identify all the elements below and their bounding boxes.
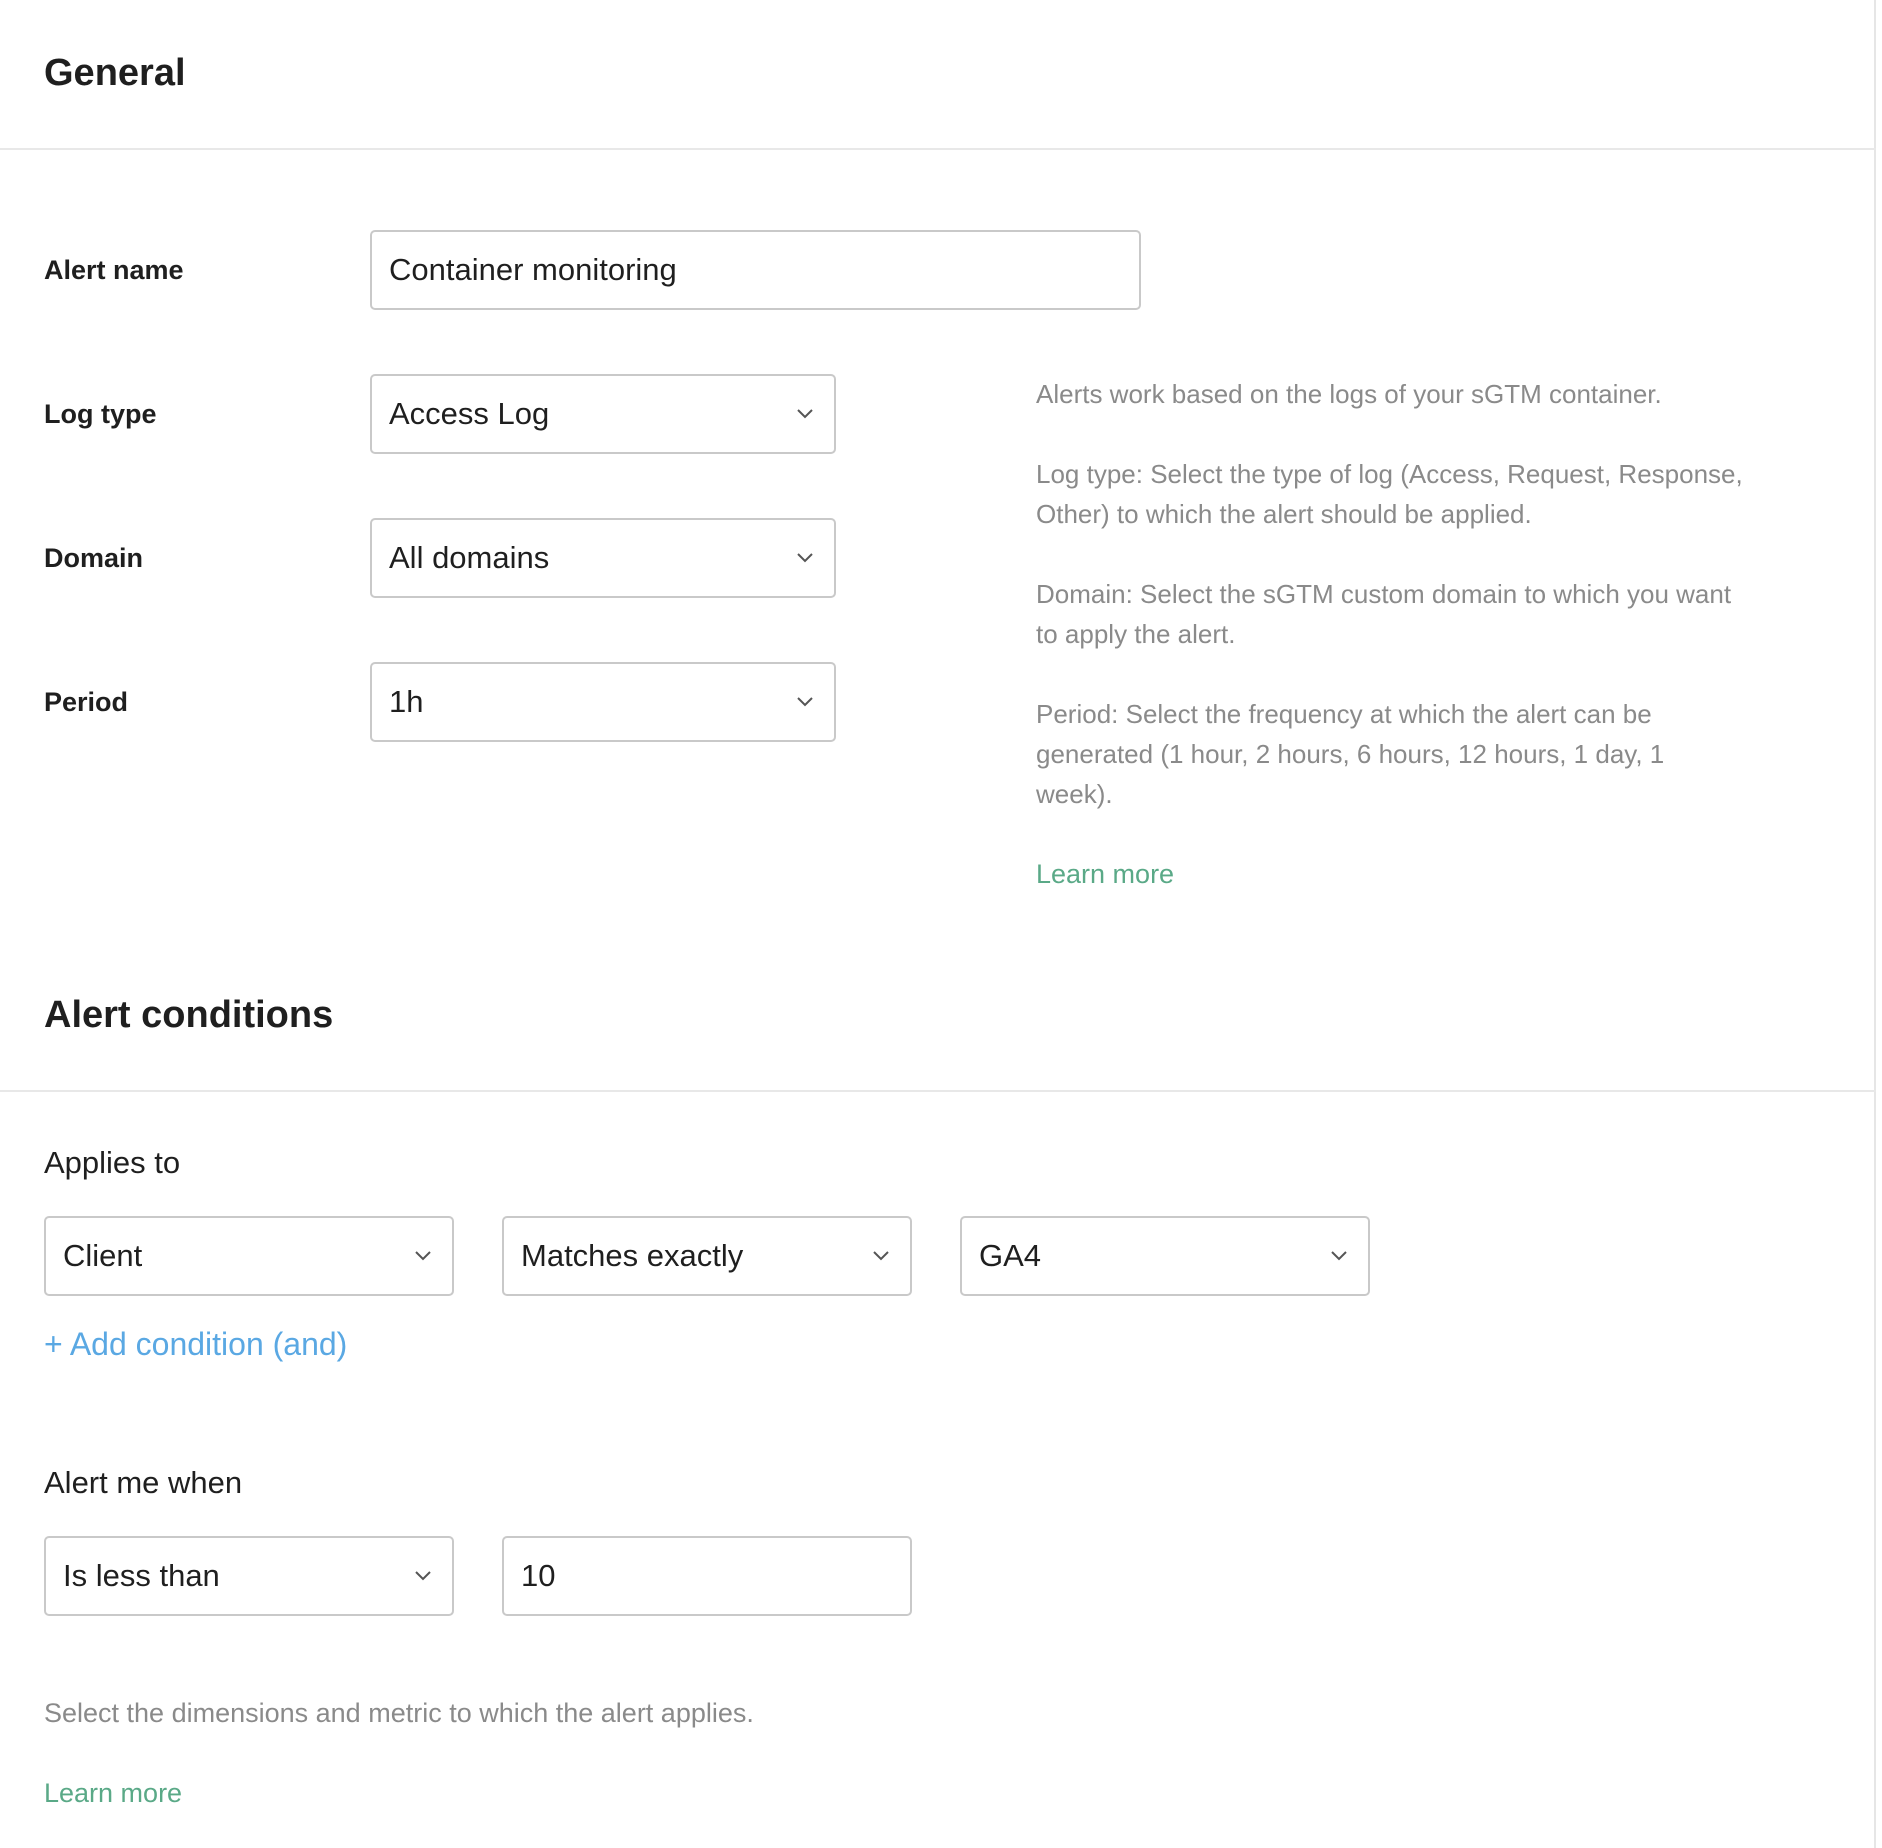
help-period: Period: Select the frequency at which th… <box>1036 699 1665 809</box>
comparison-select[interactable]: Is less than <box>44 1536 454 1616</box>
chevron-down-icon <box>1310 1218 1368 1294</box>
alert-me-when-label: Alert me when <box>44 1465 243 1500</box>
chevron-down-icon <box>852 1218 910 1294</box>
help-intro: Alerts work based on the logs of your sG… <box>1036 379 1662 409</box>
threshold-value: 10 <box>521 1558 556 1593</box>
conditions-help-text: Select the dimensions and metric to whic… <box>44 1698 754 1728</box>
chevron-down-icon <box>776 664 834 740</box>
operator-value: Matches exactly <box>521 1238 744 1273</box>
match-value-select[interactable]: GA4 <box>960 1216 1370 1296</box>
chevron-down-icon <box>776 520 834 596</box>
domain-select[interactable]: All domains <box>370 518 836 598</box>
alert-name-label: Alert name <box>44 255 184 285</box>
match-value: GA4 <box>979 1238 1042 1273</box>
conditions-divider <box>0 1090 1876 1092</box>
help-domain: Domain: Select the sGTM custom domain to… <box>1036 579 1732 649</box>
chevron-down-icon <box>394 1538 452 1614</box>
general-section-title: General <box>44 52 186 94</box>
threshold-input[interactable]: 10 <box>502 1536 912 1616</box>
chevron-down-icon <box>776 376 834 452</box>
general-learn-more-link[interactable]: Learn more <box>1036 859 1174 889</box>
domain-label: Domain <box>44 543 144 573</box>
period-label: Period <box>44 687 129 717</box>
log-type-value: Access Log <box>389 396 550 431</box>
chevron-down-icon <box>394 1218 452 1294</box>
operator-select[interactable]: Matches exactly <box>502 1216 912 1296</box>
alert-conditions-title: Alert conditions <box>44 994 334 1036</box>
conditions-learn-more-link[interactable]: Learn more <box>44 1778 182 1809</box>
log-type-label: Log type <box>44 399 157 429</box>
comparison-value: Is less than <box>63 1558 220 1593</box>
alert-name-input[interactable]: Container monitoring <box>370 230 1141 310</box>
add-condition-link[interactable]: + Add condition (and) <box>44 1326 347 1363</box>
alert-settings-page: General Alert name Container monitoring … <box>0 0 1882 1848</box>
period-value: 1h <box>389 684 424 719</box>
log-type-select[interactable]: Access Log <box>370 374 836 454</box>
alert-name-value: Container monitoring <box>389 252 677 287</box>
general-help-text: Alerts work based on the logs of your sG… <box>1036 374 1746 894</box>
general-divider <box>0 148 1876 150</box>
settings-panel: General Alert name Container monitoring … <box>0 0 1876 1848</box>
applies-to-label: Applies to <box>44 1145 181 1180</box>
domain-value: All domains <box>389 540 550 575</box>
period-select[interactable]: 1h <box>370 662 836 742</box>
help-log-type: Log type: Select the type of log (Access… <box>1036 459 1743 529</box>
dimension-value: Client <box>63 1238 143 1273</box>
dimension-select[interactable]: Client <box>44 1216 454 1296</box>
